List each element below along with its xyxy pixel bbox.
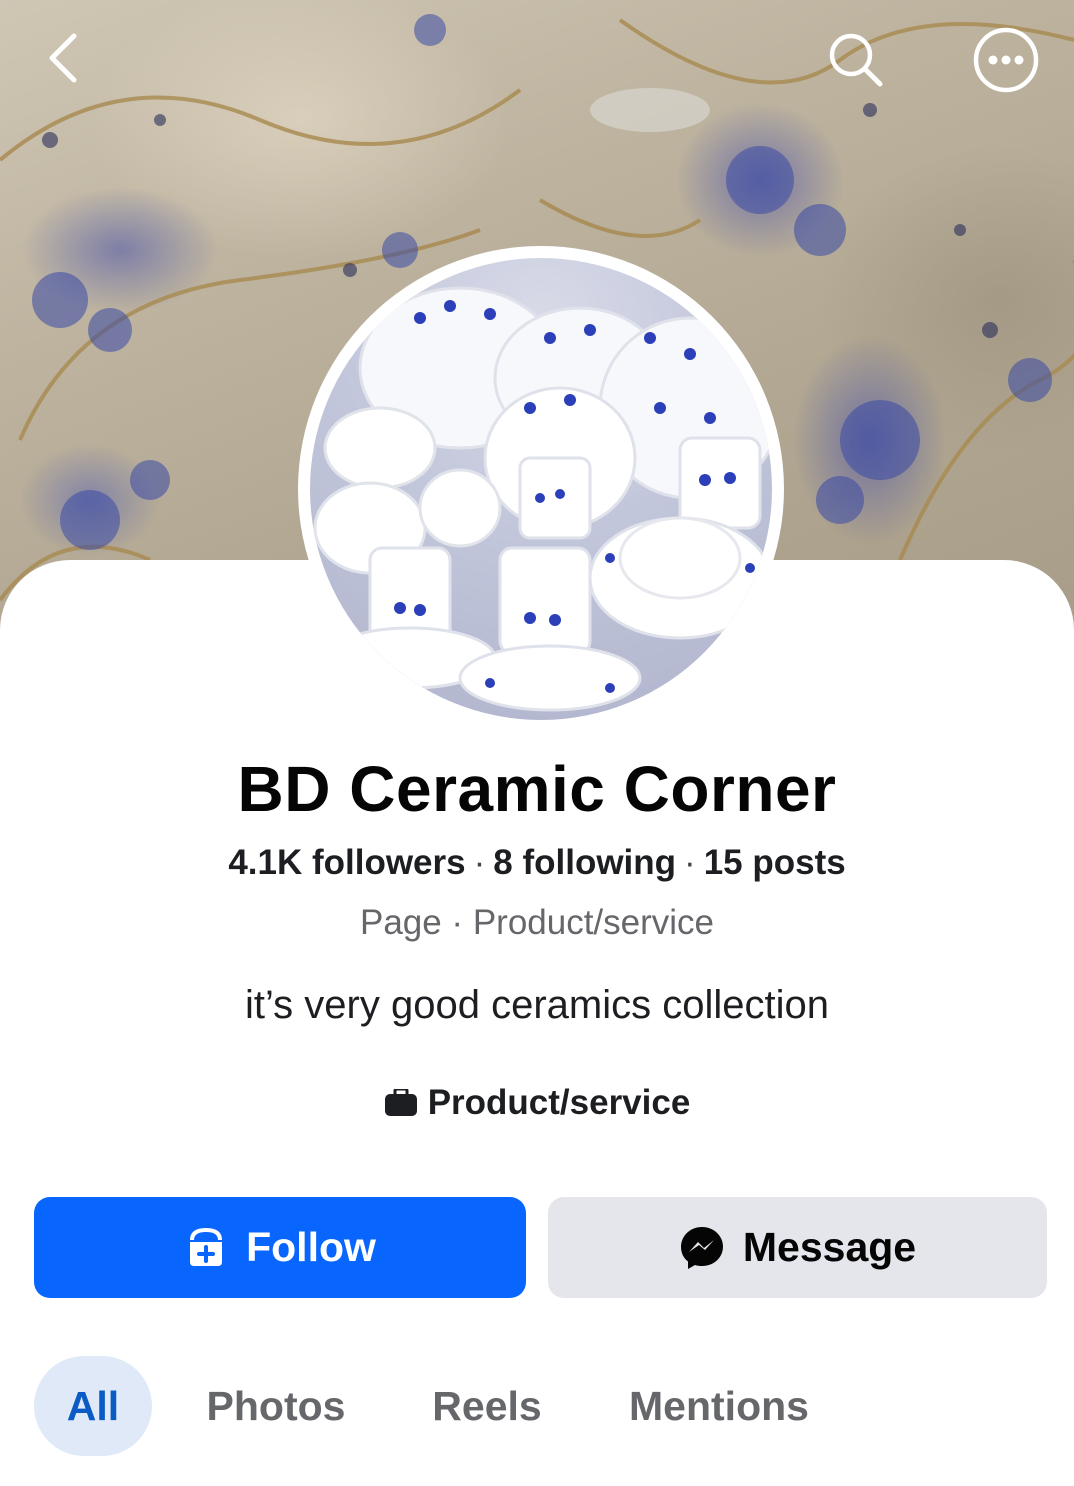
- follow-page-icon: [190, 1227, 223, 1266]
- page-bio: it’s very good ceramics collection: [245, 983, 829, 1027]
- page-profile-screen: BD Ceramic Corner 4.1K followers · 8 follo…: [0, 0, 1074, 1486]
- category-tag: Product/service: [0, 1083, 1074, 1123]
- separator-dot: ·: [684, 843, 696, 882]
- category-tag-label: Product/service: [427, 1083, 691, 1122]
- tab-all[interactable]: All: [34, 1356, 152, 1456]
- follow-button[interactable]: Follow: [34, 1197, 526, 1298]
- tab-reels[interactable]: Reels: [420, 1356, 554, 1456]
- page-category-line: Page · Product/service: [359, 903, 715, 942]
- profile-tabs: All Photos Reels Mentions: [0, 1356, 1074, 1456]
- message-button[interactable]: Message: [548, 1197, 1047, 1298]
- message-button-label: Message: [742, 1224, 917, 1270]
- search-icon: [829, 33, 883, 87]
- tab-mentions[interactable]: Mentions: [616, 1356, 822, 1456]
- tab-photos[interactable]: Photos: [196, 1356, 356, 1456]
- messenger-icon: [680, 1226, 723, 1269]
- followers-count[interactable]: 4.1K followers: [228, 843, 465, 882]
- back-button[interactable]: [30, 22, 102, 94]
- following-count[interactable]: 8 following: [493, 843, 676, 882]
- page-title: BD Ceramic Corner: [237, 753, 837, 825]
- profile-picture-image: [310, 258, 772, 720]
- profile-picture[interactable]: [298, 246, 784, 732]
- dinnerware-image: [313, 286, 772, 712]
- chevron-left-icon: [49, 33, 77, 83]
- more-options-icon: [973, 27, 1039, 93]
- separator-dot: ·: [473, 843, 486, 882]
- profile-stats: 4.1K followers · 8 following · 15 posts: [0, 843, 1074, 883]
- briefcase-icon: [384, 1089, 417, 1116]
- posts-count: 15 posts: [703, 843, 846, 882]
- search-button[interactable]: [818, 22, 894, 98]
- follow-button-label: Follow: [246, 1224, 376, 1270]
- more-options-button[interactable]: [968, 22, 1044, 98]
